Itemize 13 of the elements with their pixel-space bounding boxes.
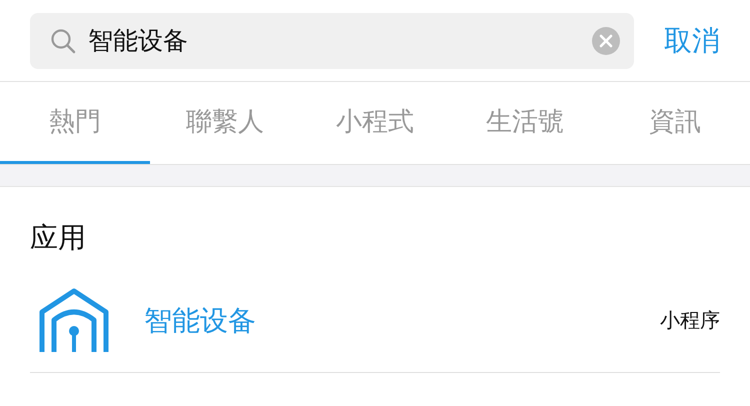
house-icon — [38, 288, 110, 354]
tab[interactable]: 生活號 — [450, 82, 600, 164]
search-bar[interactable]: 智能设备 — [30, 12, 634, 68]
tab[interactable]: 小程式 — [300, 82, 450, 164]
tab[interactable]: 資訊 — [600, 82, 750, 164]
section-title: 应用 — [30, 220, 87, 256]
clear-icon[interactable] — [592, 26, 620, 54]
search-field[interactable]: 智能设备 — [88, 26, 580, 55]
result-title[interactable]: 智能设备 — [144, 302, 626, 340]
search-icon — [50, 28, 76, 54]
result-type: 小程序 — [660, 307, 720, 334]
cancel-button[interactable]: 取消 — [664, 22, 720, 60]
tab[interactable]: 聯繫人 — [150, 82, 300, 164]
